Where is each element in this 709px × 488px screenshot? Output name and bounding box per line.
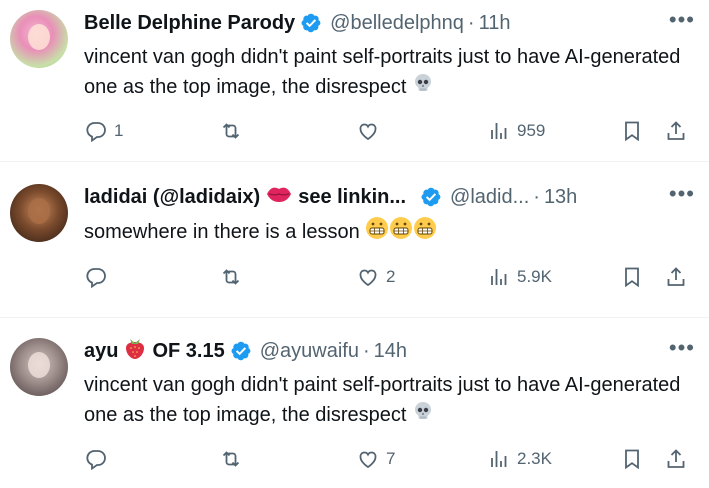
reply-icon bbox=[86, 122, 106, 143]
retweet-button[interactable] bbox=[219, 447, 249, 471]
bookmark-icon bbox=[625, 267, 639, 288]
more-icon[interactable]: ••• bbox=[669, 9, 695, 31]
avatar[interactable] bbox=[10, 184, 68, 242]
reply-button[interactable] bbox=[84, 265, 114, 289]
tweet-content: ayu OF 3.15 @ayuwaifu · 14h ••• vincent … bbox=[84, 336, 695, 488]
like-button[interactable] bbox=[356, 119, 386, 143]
reply-count: 1 bbox=[114, 121, 124, 141]
separator-dot: · bbox=[533, 185, 540, 208]
tweet-text: somewhere in there is a lesson bbox=[84, 216, 695, 249]
author-handle[interactable]: @belledelphnq bbox=[330, 12, 464, 35]
tweet-text: vincent van gogh didn't paint self-portr… bbox=[84, 370, 695, 431]
tweet-time[interactable]: 14h bbox=[374, 340, 407, 363]
views-count: 5.9K bbox=[517, 267, 552, 286]
tweet-content: ladidai (@ladidaix) see linkin... @ladid… bbox=[84, 183, 695, 317]
author-name[interactable]: ladidai (@ladidaix) bbox=[84, 186, 260, 209]
author-name[interactable]: ayu bbox=[84, 340, 118, 363]
views-count: 2.3K bbox=[517, 449, 552, 469]
tweet[interactable]: Belle Delphine Parody @belledelphnq · 11… bbox=[0, 0, 709, 162]
tweet[interactable]: ladidai (@ladidaix) see linkin... @ladid… bbox=[0, 162, 709, 318]
tweet[interactable]: ayu OF 3.15 @ayuwaifu · 14h ••• vincent … bbox=[0, 318, 709, 488]
views-icon bbox=[491, 451, 507, 468]
more-icon[interactable]: ••• bbox=[669, 337, 695, 359]
more-icon[interactable]: ••• bbox=[669, 183, 695, 205]
tweet-time[interactable]: 11h bbox=[479, 12, 511, 35]
tweet-actions: 1 959 bbox=[84, 119, 695, 145]
tweet-time[interactable]: 13h bbox=[544, 186, 577, 209]
like-count: 2 bbox=[386, 267, 396, 286]
strawberry-emoji-icon bbox=[124, 336, 146, 366]
reply-button[interactable] bbox=[84, 447, 114, 471]
views-button[interactable]: 2.3K bbox=[487, 447, 552, 471]
tweet-header: ayu OF 3.15 @ayuwaifu · 14h ••• bbox=[84, 336, 695, 366]
tweet-feed: Belle Delphine Parody @belledelphnq · 11… bbox=[0, 0, 709, 488]
retweet-button[interactable] bbox=[219, 119, 249, 143]
share-button[interactable] bbox=[664, 447, 688, 471]
author-name[interactable]: Belle Delphine Parody bbox=[84, 12, 295, 35]
author-handle[interactable]: @ayuwaifu bbox=[260, 340, 359, 363]
tweet-actions: 7 2.3K bbox=[84, 447, 695, 473]
tweet-content: Belle Delphine Parody @belledelphnq · 11… bbox=[84, 9, 695, 161]
bookmark-button[interactable] bbox=[620, 119, 644, 143]
views-icon bbox=[491, 123, 507, 140]
share-icon bbox=[667, 121, 685, 141]
like-icon bbox=[359, 451, 377, 469]
share-icon bbox=[667, 267, 685, 286]
tweet-header: Belle Delphine Parody @belledelphnq · 11… bbox=[84, 9, 695, 36]
reply-icon bbox=[86, 268, 106, 289]
tweet-text: vincent van gogh didn't paint self-portr… bbox=[84, 42, 695, 103]
share-icon bbox=[667, 449, 685, 469]
views-button[interactable]: 959 bbox=[487, 119, 545, 143]
retweet-icon bbox=[222, 269, 240, 285]
author-handle[interactable]: @ladid... bbox=[450, 186, 529, 209]
like-icon bbox=[359, 123, 377, 141]
bookmark-icon bbox=[625, 121, 639, 142]
share-button[interactable] bbox=[664, 119, 688, 143]
grimacing-emoji-icon bbox=[365, 216, 437, 249]
avatar[interactable] bbox=[10, 10, 68, 68]
views-count: 959 bbox=[517, 121, 546, 141]
skull-emoji-icon bbox=[412, 400, 434, 431]
tweet-actions: 2 5.9K bbox=[84, 265, 695, 291]
retweet-icon bbox=[222, 123, 240, 139]
reply-icon bbox=[86, 450, 106, 471]
separator-dot: · bbox=[467, 11, 475, 34]
like-icon bbox=[359, 269, 377, 287]
bookmark-button[interactable] bbox=[620, 265, 644, 289]
avatar[interactable] bbox=[10, 338, 68, 396]
author-name-suffix[interactable]: OF 3.15 bbox=[152, 340, 224, 363]
bookmark-icon bbox=[625, 449, 639, 470]
like-count: 7 bbox=[386, 449, 396, 469]
verified-icon bbox=[231, 341, 251, 361]
separator-dot: · bbox=[362, 339, 370, 362]
skull-emoji-icon bbox=[412, 72, 434, 103]
like-button[interactable]: 7 bbox=[356, 447, 395, 471]
views-icon bbox=[491, 269, 507, 285]
bookmark-button[interactable] bbox=[620, 447, 644, 471]
retweet-icon bbox=[222, 451, 240, 467]
like-button[interactable]: 2 bbox=[356, 265, 395, 289]
retweet-button[interactable] bbox=[219, 265, 249, 289]
verified-icon bbox=[301, 13, 321, 33]
kiss-lips-emoji-icon bbox=[266, 184, 292, 210]
verified-icon bbox=[421, 187, 441, 207]
tweet-header: ladidai (@ladidaix) see linkin... @ladid… bbox=[84, 183, 695, 210]
author-name-suffix[interactable]: see linkin... bbox=[298, 186, 406, 209]
share-button[interactable] bbox=[664, 265, 688, 289]
views-button[interactable]: 5.9K bbox=[487, 265, 552, 289]
reply-button[interactable]: 1 bbox=[84, 119, 123, 143]
